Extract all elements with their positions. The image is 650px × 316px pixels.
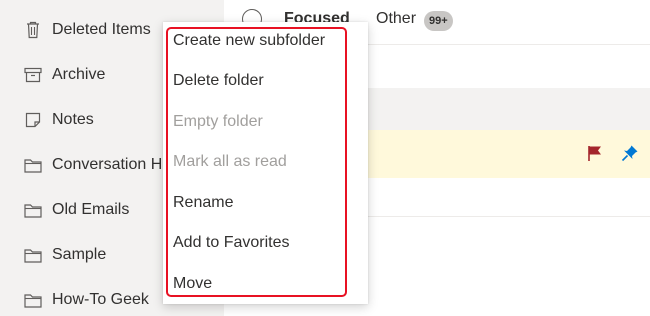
trash-icon — [24, 21, 42, 39]
menu-item-delete-folder[interactable]: Delete folder — [163, 62, 368, 102]
menu-item-add-to-favorites[interactable]: Add to Favorites — [163, 224, 368, 264]
folder-label: Conversation Hi — [52, 156, 166, 173]
folder-label: Notes — [52, 111, 94, 128]
menu-item-label: Add to Favorites — [173, 234, 290, 251]
folder-icon — [24, 201, 42, 219]
note-icon — [24, 111, 42, 129]
pin-icon[interactable] — [621, 144, 639, 162]
unread-count-badge: 99+ — [424, 11, 453, 31]
flag-icon[interactable] — [586, 144, 604, 162]
menu-item-label: Delete folder — [173, 72, 264, 89]
folder-icon — [24, 291, 42, 309]
menu-item-label: Empty folder — [173, 113, 263, 130]
folder-label: Deleted Items — [52, 21, 151, 38]
folder-label: Sample — [52, 246, 107, 263]
folder-label: How-To Geek — [52, 291, 149, 308]
menu-item-rename[interactable]: Rename — [163, 184, 368, 224]
folder-label: Archive — [52, 66, 106, 83]
outlook-window: Deleted Items Archive Notes Conversation… — [0, 0, 650, 316]
archive-icon — [24, 66, 42, 84]
tab-other[interactable]: Other — [376, 10, 416, 28]
menu-item-label: Create new subfolder — [173, 32, 326, 49]
menu-item-label: Move — [173, 275, 213, 292]
folder-label: Old Emails — [52, 201, 130, 218]
menu-item-label: Mark all as read — [173, 153, 287, 170]
menu-item-create-new-subfolder[interactable]: Create new subfolder — [163, 22, 368, 62]
menu-item-label: Rename — [173, 194, 234, 211]
menu-item-empty-folder: Empty folder — [163, 103, 368, 143]
menu-item-move[interactable]: Move — [163, 265, 368, 305]
menu-item-mark-all-as-read: Mark all as read — [163, 143, 368, 183]
folder-icon — [24, 156, 42, 174]
folder-context-menu: Create new subfolder Delete folder Empty… — [163, 22, 368, 304]
folder-icon — [24, 246, 42, 264]
